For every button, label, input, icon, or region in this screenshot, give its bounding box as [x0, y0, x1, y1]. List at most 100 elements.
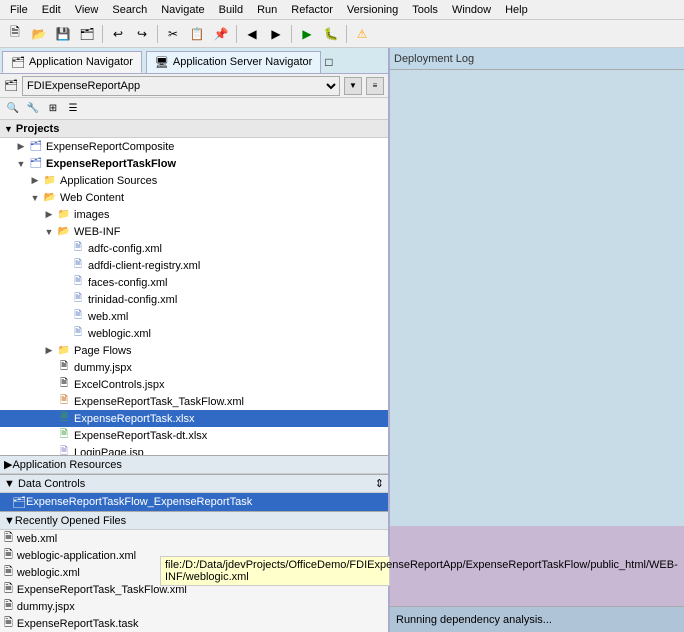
open-button[interactable]: 📂 — [28, 23, 50, 45]
menu-help[interactable]: Help — [499, 3, 534, 17]
icon-page-flows: 📁 — [56, 343, 72, 359]
dropdown-settings[interactable]: ≡ — [366, 77, 384, 95]
tree-node-expense-dt-xlsx[interactable]: 🗎 ExpenseReportTask-dt.xlsx — [0, 427, 388, 444]
left-panel: 🗂 Application Navigator 🖥 Application Se… — [0, 48, 390, 632]
tree-node-expense-xlsx[interactable]: 🗎 ExpenseReportTask.xlsx — [0, 410, 388, 427]
label-images: images — [74, 209, 109, 221]
panel-close-btn[interactable]: □ — [325, 55, 332, 69]
expander-taskflow[interactable]: ▼ — [14, 159, 28, 169]
right-area-label: Deployment Log — [394, 53, 474, 65]
data-controls-item[interactable]: 🗂 ExpenseReportTaskFlow_ExpenseReportTas… — [0, 493, 388, 511]
save-all-button[interactable]: 🗂 — [76, 23, 98, 45]
data-controls-scroll[interactable]: ⇕ — [375, 477, 384, 490]
app-navigator-icon: 🗂 — [11, 56, 25, 69]
tree-node-faces[interactable]: 🗎 faces-config.xml — [0, 274, 388, 291]
expander-app-sources[interactable]: ▶ — [28, 175, 42, 186]
forward-button[interactable]: ▶ — [265, 23, 287, 45]
copy-button[interactable]: 📋 — [186, 23, 208, 45]
tree-node-taskflow-xml[interactable]: 🗎 ExpenseReportTask_TaskFlow.xml — [0, 393, 388, 410]
label-weblogic-xml: weblogic.xml — [88, 328, 151, 340]
data-controls-header[interactable]: ▼ Data Controls ⇕ — [0, 475, 388, 493]
tab-server-navigator-label: Application Server Navigator — [173, 56, 312, 68]
tree-node-composite[interactable]: ▶ 🗂 ExpenseReportComposite — [0, 138, 388, 155]
recent-item-0[interactable]: 🗎 web.xml — [0, 530, 388, 547]
menu-view[interactable]: View — [69, 3, 105, 17]
projects-section-header[interactable]: ▼ Projects — [0, 120, 388, 138]
warning-button[interactable]: ⚠ — [351, 23, 373, 45]
menu-build[interactable]: Build — [213, 3, 249, 17]
menu-tools[interactable]: Tools — [406, 3, 444, 17]
label-app-sources: Application Sources — [60, 175, 157, 187]
menu-navigate[interactable]: Navigate — [155, 3, 210, 17]
label-web-xml: web.xml — [88, 311, 128, 323]
run-button[interactable]: ▶ — [296, 23, 318, 45]
label-expense-xlsx: ExpenseReportTask.xlsx — [74, 413, 194, 425]
expander-page-flows[interactable]: ▶ — [42, 345, 56, 356]
tooltip-text: file:/D:/Data/jdevProjects/OfficeDemo/FD… — [165, 559, 390, 583]
project-select[interactable]: FDIExpenseReportApp — [22, 76, 340, 96]
paste-button[interactable]: 📌 — [210, 23, 232, 45]
tree-node-weblogic-xml[interactable]: 🗎 weblogic.xml — [0, 325, 388, 342]
filter-btn[interactable]: 🔧 — [24, 100, 42, 118]
menu-run[interactable]: Run — [251, 3, 283, 17]
app-resources-arrow: ▶ — [4, 458, 12, 471]
tree-node-adfdi[interactable]: 🗎 adfdi-client-registry.xml — [0, 257, 388, 274]
back-button[interactable]: ◀ — [241, 23, 263, 45]
tab-app-navigator-label: Application Navigator — [29, 56, 133, 68]
undo-button[interactable]: ↩ — [107, 23, 129, 45]
tree-node-page-flows[interactable]: ▶ 📁 Page Flows — [0, 342, 388, 359]
tree-node-taskflow-root[interactable]: ▼ 🗂 ExpenseReportTaskFlow — [0, 155, 388, 172]
separator-4 — [291, 25, 292, 43]
expander-web-content[interactable]: ▼ — [28, 193, 42, 203]
tree-node-excel-controls[interactable]: 🗎 ExcelControls.jspx — [0, 376, 388, 393]
new-button[interactable]: 🗎 — [4, 23, 26, 45]
tree-node-web-xml[interactable]: 🗎 web.xml — [0, 308, 388, 325]
search-tree-btn[interactable]: 🔍 — [4, 100, 22, 118]
recent-label-5: ExpenseReportTask.task — [17, 618, 139, 630]
tab-app-server-navigator[interactable]: 🖥 Application Server Navigator — [146, 51, 321, 73]
icon-images: 📁 — [56, 207, 72, 223]
cut-button[interactable]: ✂ — [162, 23, 184, 45]
icon-excel-controls: 🗎 — [56, 377, 72, 393]
dropdown-arrow[interactable]: ▼ — [344, 77, 362, 95]
save-button[interactable]: 💾 — [52, 23, 74, 45]
tabs-bar: 🗂 Application Navigator 🖥 Application Se… — [0, 48, 388, 74]
icon-app-sources: 📁 — [42, 173, 58, 189]
menu-search[interactable]: Search — [106, 3, 153, 17]
expander-images[interactable]: ▶ — [42, 209, 56, 220]
expander-composite[interactable]: ▶ — [14, 141, 28, 152]
menu-window[interactable]: Window — [446, 3, 497, 17]
project-dropdown-bar: 🗂 FDIExpenseReportApp ▼ ≡ — [0, 74, 388, 98]
menu-versioning[interactable]: Versioning — [341, 3, 404, 17]
separator-3 — [236, 25, 237, 43]
tree-node-images[interactable]: ▶ 📁 images — [0, 206, 388, 223]
tree-node-dummy[interactable]: 🗎 dummy.jspx — [0, 359, 388, 376]
menu-edit[interactable]: Edit — [36, 3, 67, 17]
tree-node-trinidad[interactable]: 🗎 trinidad-config.xml — [0, 291, 388, 308]
debug-button[interactable]: 🐛 — [320, 23, 342, 45]
separator-1 — [102, 25, 103, 43]
recent-header[interactable]: ▼ Recently Opened Files — [0, 512, 388, 530]
tab-app-navigator[interactable]: 🗂 Application Navigator — [2, 51, 142, 73]
recent-item-5[interactable]: 🗎 ExpenseReportTask.task — [0, 615, 388, 632]
menu-refactor[interactable]: Refactor — [285, 3, 339, 17]
redo-button[interactable]: ↪ — [131, 23, 153, 45]
app-resources-header[interactable]: ▶ Application Resources — [0, 456, 388, 474]
project-icon: 🗂 — [4, 79, 18, 92]
recent-item-4[interactable]: 🗎 dummy.jspx — [0, 598, 388, 615]
tree-node-app-sources[interactable]: ▶ 📁 Application Sources — [0, 172, 388, 189]
icon-adfdi: 🗎 — [70, 258, 86, 274]
menu-file[interactable]: File — [4, 3, 34, 17]
status-bar: Running dependency analysis... — [390, 606, 684, 632]
data-controls-label: Data Controls — [18, 478, 85, 490]
tree-node-web-content[interactable]: ▼ 📂 Web Content — [0, 189, 388, 206]
tree-node-login[interactable]: 🗎 LoginPage.jsp — [0, 444, 388, 455]
status-text: Running dependency analysis... — [396, 614, 552, 626]
tree-node-adfc[interactable]: 🗎 adfc-config.xml — [0, 240, 388, 257]
tree-node-web-inf[interactable]: ▼ 📂 WEB-INF — [0, 223, 388, 240]
expander-web-inf[interactable]: ▼ — [42, 227, 56, 237]
layout-btn[interactable]: ☰ — [64, 100, 82, 118]
sort-btn[interactable]: ⊞ — [44, 100, 62, 118]
icon-expense-dt: 🗎 — [56, 428, 72, 444]
icon-login: 🗎 — [56, 445, 72, 456]
